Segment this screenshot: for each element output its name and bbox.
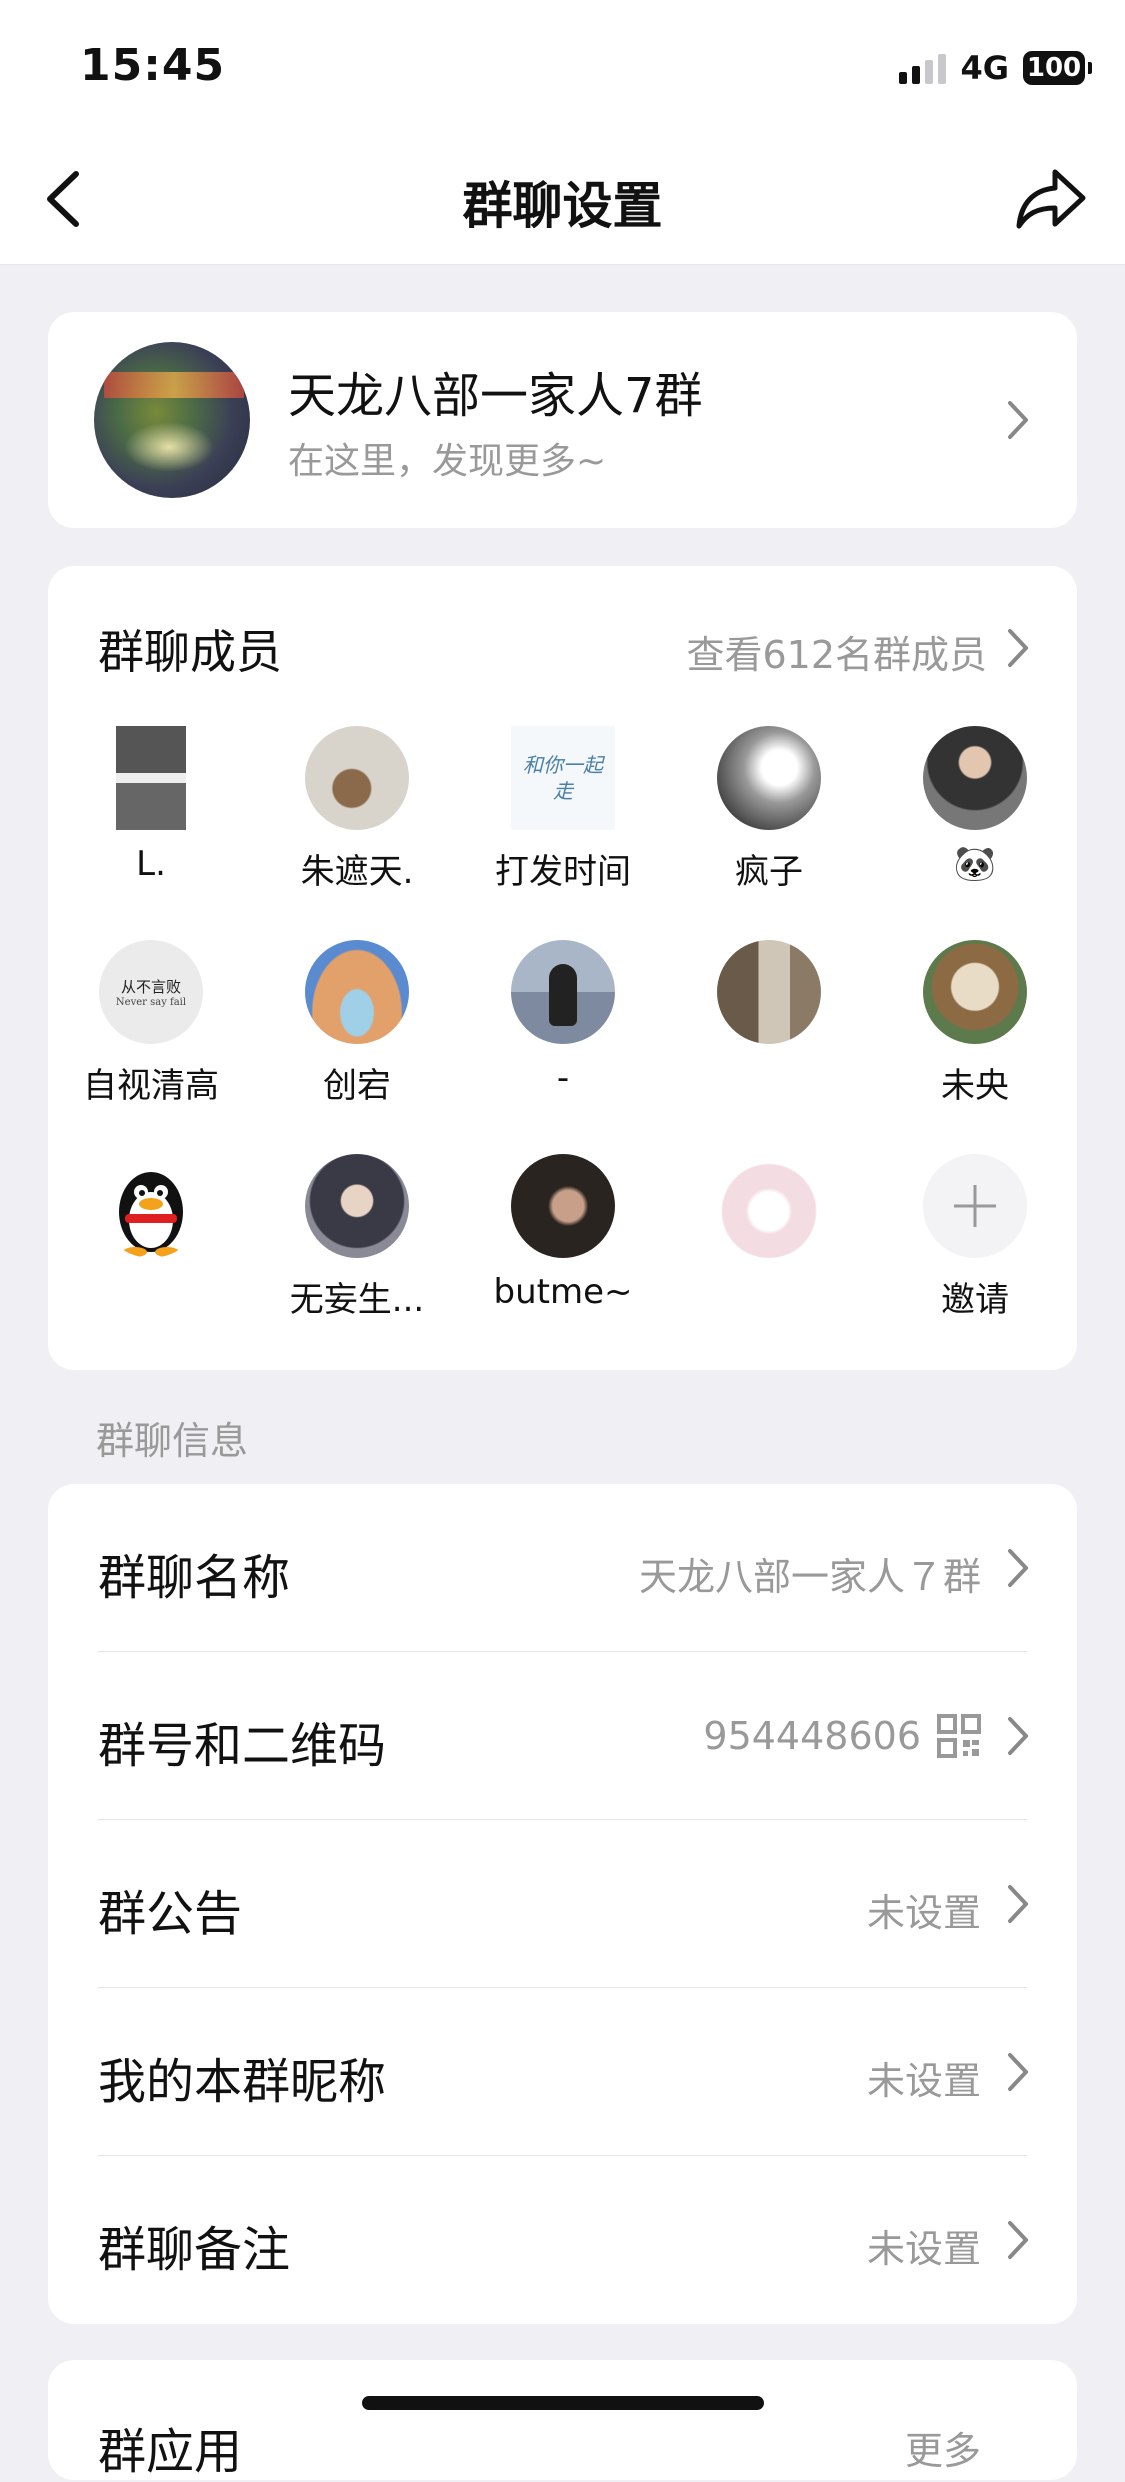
section-label-group-info: 群聊信息: [96, 1419, 249, 1463]
member-item[interactable]: butme~: [460, 1154, 666, 1312]
member-avatar: [511, 1154, 615, 1258]
member-name: 打发时间: [495, 852, 631, 892]
member-avatar: [717, 940, 821, 1044]
qrcode-icon: [937, 1714, 981, 1758]
chevron-right-icon: [1008, 2221, 1028, 2259]
avatar-text: 从不言败: [120, 978, 181, 996]
chevron-right-icon: [1008, 1549, 1028, 1587]
row-value: 未设置: [867, 2218, 981, 2273]
row-value-text: 天龙八部一家人７群: [638, 1555, 981, 1599]
member-avatar: [923, 726, 1027, 830]
member-name: 自视清高: [83, 1066, 219, 1106]
row-my-group-nickname[interactable]: 我的本群昵称 未设置: [48, 1988, 1077, 2156]
share-icon[interactable]: [1013, 164, 1089, 234]
members-card: 群聊成员 查看612名群成员 L. 朱遮天. 和你一起走 打发时间 疯子 🐼 从…: [48, 566, 1077, 1370]
members-title: 群聊成员: [98, 625, 282, 679]
row-label: 群公告: [98, 1886, 243, 1942]
member-avatar: 从不言败 Never say fail: [99, 940, 203, 1044]
chevron-right-icon[interactable]: [1007, 628, 1029, 668]
header: 15:45 4G 100 群聊设置: [0, 0, 1125, 265]
member-item[interactable]: 疯子: [666, 726, 872, 893]
chevron-right-icon: [1008, 401, 1028, 439]
row-value-text: 未设置: [866, 2059, 981, 2103]
invite-label: 邀请: [941, 1280, 1009, 1320]
group-apps-card[interactable]: 群应用 更多: [48, 2360, 1077, 2480]
member-item[interactable]: [666, 940, 872, 1058]
member-item[interactable]: [666, 1154, 872, 1272]
row-value: 天龙八部一家人７群: [639, 1546, 981, 1601]
member-name: L.: [136, 844, 166, 884]
member-item[interactable]: -: [460, 940, 666, 1098]
avatar-text: Never say fail: [115, 997, 187, 1008]
member-item[interactable]: 创宕: [254, 940, 460, 1107]
group-profile-card[interactable]: 天龙八部一家人7群 在这里，发现更多~: [48, 312, 1077, 528]
home-indicator: [362, 2396, 764, 2410]
chevron-right-icon: [1008, 2053, 1028, 2091]
member-avatar: [923, 940, 1027, 1044]
penguin-icon: [119, 1172, 183, 1257]
avatar-text: 和你一起走: [523, 753, 603, 803]
row-group-name[interactable]: 群聊名称 天龙八部一家人７群: [48, 1484, 1077, 1652]
member-name: 无妄生...: [289, 1280, 425, 1320]
row-group-announcement[interactable]: 群公告 未设置: [48, 1820, 1077, 1988]
member-name: butme~: [493, 1272, 633, 1312]
member-item[interactable]: 无妄生...: [254, 1154, 460, 1321]
network-label: 4G: [960, 49, 1009, 87]
group-name: 天龙八部一家人7群: [288, 368, 703, 424]
member-name: 疯子: [735, 852, 803, 892]
member-avatar: [305, 726, 409, 830]
row-value: 未设置: [867, 1882, 981, 1937]
row-value-text: 954448606: [703, 1714, 921, 1758]
group-apps-label: 群应用: [98, 2424, 243, 2480]
group-info-card: 群聊名称 天龙八部一家人７群 群号和二维码 954448606 群公告 未设置 …: [48, 1484, 1077, 2324]
member-name: 创宕: [323, 1066, 391, 1106]
status-time: 15:45: [80, 40, 226, 91]
member-name: -: [556, 1058, 570, 1098]
row-group-remark[interactable]: 群聊备注 未设置: [48, 2156, 1077, 2324]
status-indicators: 4G 100: [899, 46, 1092, 90]
member-avatar: [717, 726, 821, 830]
member-avatar: [305, 940, 409, 1044]
chevron-right-icon: [1008, 1717, 1028, 1755]
member-avatar: [717, 1154, 821, 1258]
chevron-right-icon: [1008, 1885, 1028, 1923]
member-name: 朱遮天.: [300, 852, 414, 892]
qq-penguin-avatar: [99, 1154, 203, 1258]
row-label: 群聊备注: [98, 2222, 291, 2278]
row-label: 群号和二维码: [98, 1718, 387, 1774]
row-value-text: 未设置: [866, 2227, 981, 2271]
signal-icon: [899, 52, 947, 84]
group-avatar: [94, 342, 250, 498]
row-value: 954448606: [703, 1714, 981, 1758]
member-avatar: [116, 726, 186, 830]
member-item[interactable]: [48, 1154, 254, 1272]
plus-icon: [923, 1154, 1027, 1258]
member-item[interactable]: L.: [48, 726, 254, 884]
member-item[interactable]: 从不言败 Never say fail 自视清高: [48, 940, 254, 1107]
member-name: 未央: [941, 1066, 1009, 1106]
battery-icon: 100: [1023, 51, 1092, 85]
group-subtitle: 在这里，发现更多~: [288, 441, 607, 482]
member-item[interactable]: 未央: [872, 940, 1078, 1107]
row-label: 群聊名称: [98, 1550, 291, 1606]
row-group-number-qrcode[interactable]: 群号和二维码 954448606: [48, 1652, 1077, 1820]
view-all-members-link[interactable]: 查看612名群成员: [686, 624, 987, 679]
member-item[interactable]: 🐼: [872, 726, 1078, 884]
member-item[interactable]: 朱遮天.: [254, 726, 460, 893]
row-label: 我的本群昵称: [98, 2054, 387, 2110]
row-value: 未设置: [867, 2050, 981, 2105]
page-title: 群聊设置: [462, 177, 663, 235]
member-avatar: [511, 940, 615, 1044]
member-name: 🐼: [953, 844, 997, 884]
member-avatar: 和你一起走: [511, 726, 615, 830]
row-value-text: 未设置: [866, 1891, 981, 1935]
invite-member-button[interactable]: 邀请: [872, 1154, 1078, 1321]
member-avatar: [305, 1154, 409, 1258]
group-apps-more[interactable]: 更多: [905, 2420, 981, 2475]
member-item[interactable]: 和你一起走 打发时间: [460, 726, 666, 893]
